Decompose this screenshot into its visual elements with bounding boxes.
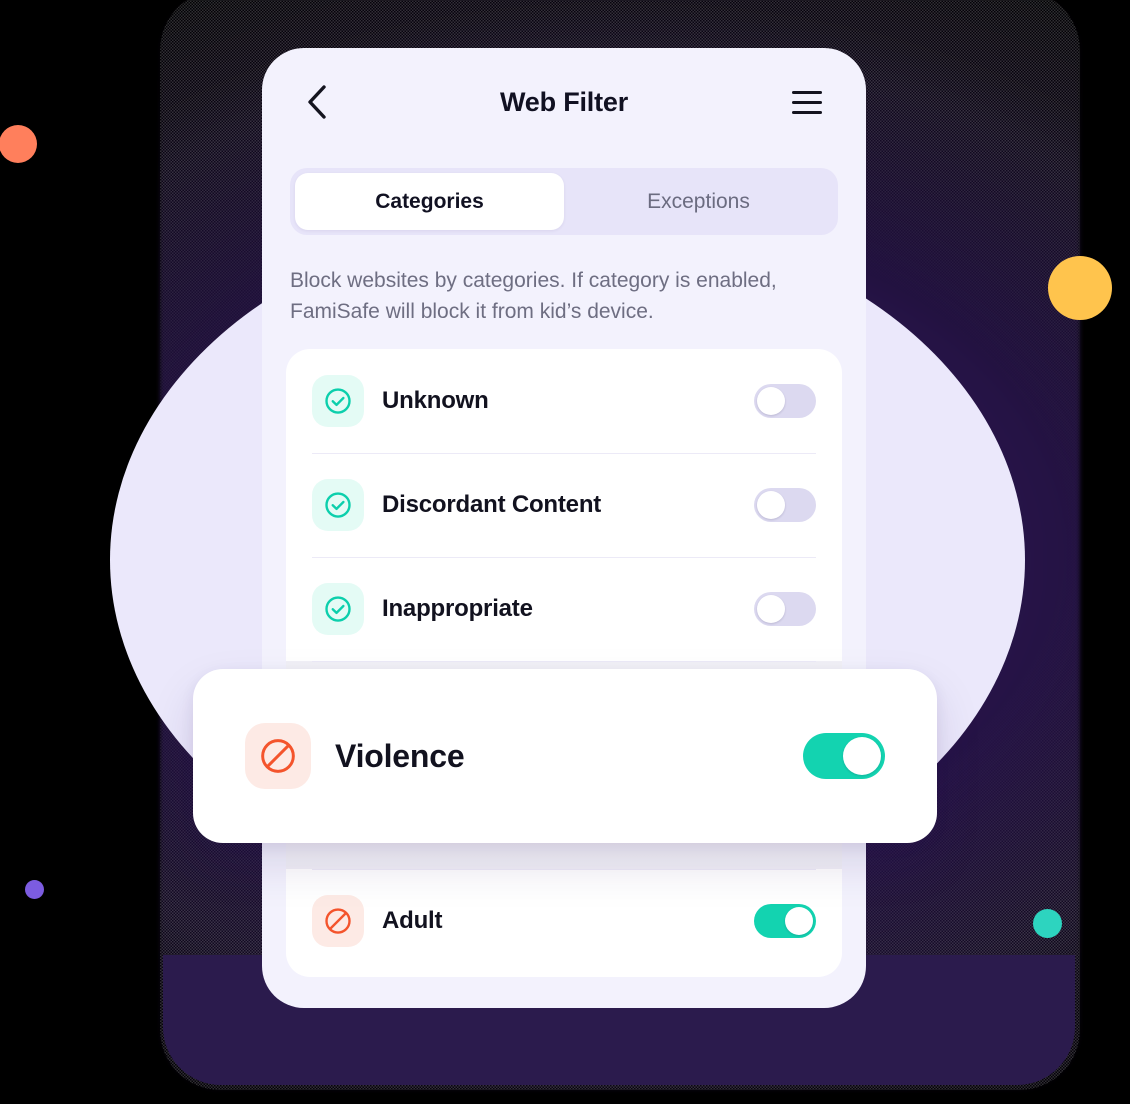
toggle-knob [757,387,785,415]
list-item[interactable]: Adult [286,869,842,973]
menu-line [792,110,822,114]
tab-label: Exceptions [647,189,750,213]
menu-line [792,90,822,94]
check-circle-icon [312,583,364,635]
category-toggle[interactable] [754,904,816,938]
toggle-knob [785,907,813,935]
tab-exceptions[interactable]: Exceptions [564,173,833,230]
teal-dot [1033,909,1062,938]
category-label: Unknown [382,387,489,414]
tab-bar: Categories Exceptions [290,168,838,235]
screenshot-canvas: Web Filter Categories Exceptions Block w… [0,0,1130,1104]
chevron-left-icon [308,85,326,119]
orange-dot [0,125,37,163]
tab-categories[interactable]: Categories [295,173,564,230]
toggle-knob [757,491,785,519]
hamburger-menu-icon[interactable] [792,82,832,122]
highlighted-category-card[interactable]: Violence [193,669,937,843]
toggle-knob [843,737,881,775]
purple-dot [25,880,44,899]
highlighted-category-label: Violence [335,737,465,774]
category-toggle[interactable] [754,592,816,626]
app-header: Web Filter [262,48,866,156]
back-button[interactable] [296,81,338,123]
list-item[interactable]: Inappropriate [286,557,842,661]
menu-line [792,100,822,104]
category-label: Adult [382,907,443,934]
tab-label: Categories [375,189,484,213]
yellow-dot [1048,256,1112,320]
category-label: Inappropriate [382,595,533,622]
list-item[interactable]: Discordant Content [286,453,842,557]
phone-mockup: Web Filter Categories Exceptions Block w… [262,48,866,1008]
check-circle-icon [312,479,364,531]
highlighted-category-toggle[interactable] [803,733,885,779]
category-label: Discordant Content [382,491,602,518]
category-list: Unknown Discordant Content Inappropriate… [286,349,842,977]
block-circle-icon [245,723,311,789]
check-circle-icon [312,375,364,427]
category-toggle[interactable] [754,488,816,522]
toggle-knob [757,595,785,623]
description-text: Block websites by categories. If categor… [290,269,777,323]
block-circle-icon [312,895,364,947]
page-title: Web Filter [499,86,629,117]
list-item[interactable]: Unknown [286,349,842,453]
category-toggle[interactable] [754,384,816,418]
